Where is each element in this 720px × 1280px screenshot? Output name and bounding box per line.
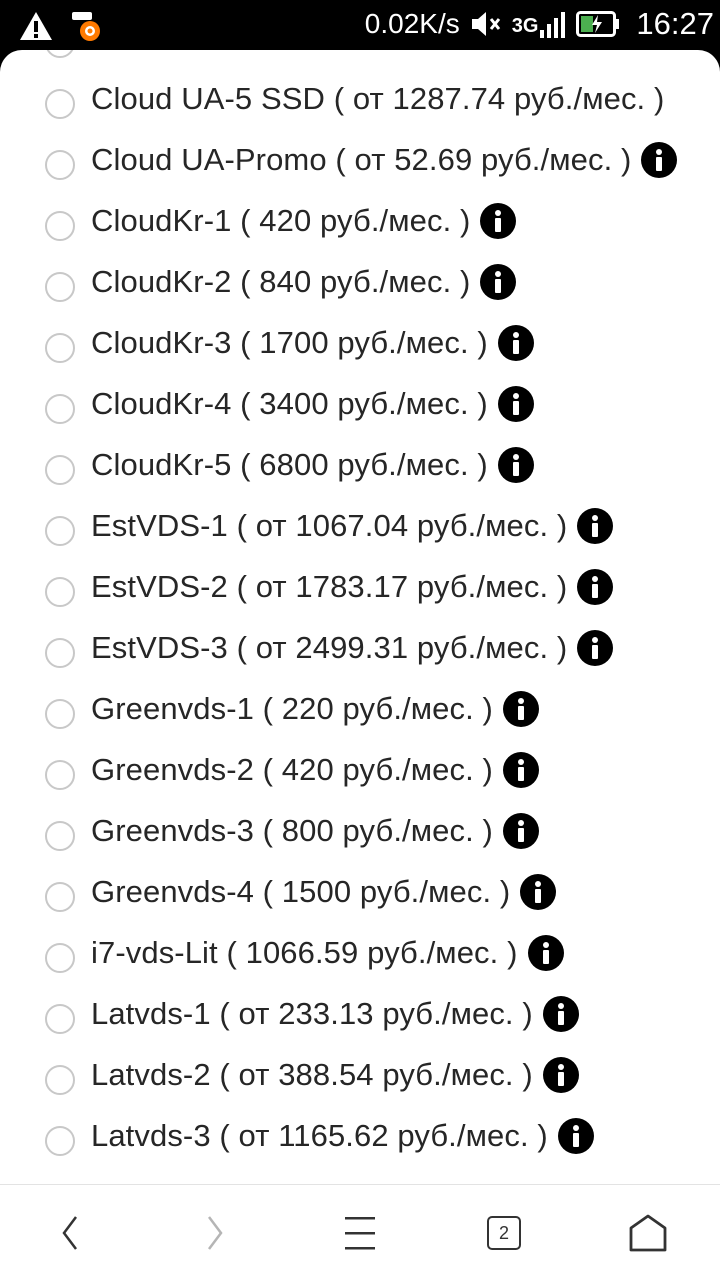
plan-label-text: CloudKr-5 ( 6800 руб./мес. ) [91, 447, 488, 482]
list-item[interactable]: Latvds-3 ( от 1165.62 руб./мес. ) [0, 1090, 720, 1156]
plan-label[interactable]: Latvds-2 ( от 388.54 руб./мес. ) [91, 1057, 579, 1093]
plan-label-text: Greenvds-4 ( 1500 руб./мес. ) [91, 874, 511, 909]
list-item[interactable]: Greenvds-3 ( 800 руб./мес. ) [0, 785, 720, 851]
list-item[interactable]: i7-vds-Lit ( 1066.59 руб./мес. ) [0, 907, 720, 973]
info-icon[interactable] [542, 1057, 579, 1093]
plan-label-text: CloudKr-1 ( 420 руб./мес. ) [91, 203, 471, 238]
list-item[interactable]: EstVDS-1 ( от 1067.04 руб./мес. ) [0, 480, 720, 546]
info-icon[interactable] [542, 996, 579, 1032]
plan-label-text: Greenvds-2 ( 420 руб./мес. ) [91, 752, 493, 787]
plan-label-text: Cloud UA-5 SSD ( от 1287.74 руб./мес. ) [91, 81, 665, 116]
info-icon[interactable] [497, 325, 534, 361]
info-icon[interactable] [497, 447, 534, 483]
plan-label[interactable]: CloudKr-5 ( 6800 руб./мес. ) [91, 447, 534, 483]
info-icon[interactable] [577, 508, 614, 544]
browser-bottom-nav: 2 [0, 1184, 720, 1280]
forward-button[interactable] [167, 1185, 263, 1280]
plan-label-text: CloudKr-4 ( 3400 руб./мес. ) [91, 386, 488, 421]
home-icon [629, 1214, 667, 1252]
plan-label-text: Greenvds-1 ( 220 руб./мес. ) [91, 691, 493, 726]
list-item[interactable]: CloudKr-2 ( 840 руб./мес. ) [0, 236, 720, 302]
list-item[interactable]: Greenvds-4 ( 1500 руб./мес. ) [0, 846, 720, 912]
plan-label[interactable]: Greenvds-1 ( 220 руб./мес. ) [91, 691, 539, 727]
home-button[interactable] [600, 1185, 696, 1280]
plan-label-text: Latvds-2 ( от 388.54 руб./мес. ) [91, 1057, 533, 1092]
hamburger-menu-icon [345, 1217, 375, 1250]
info-icon[interactable] [527, 935, 564, 971]
plan-label-text: EstVDS-1 ( от 1067.04 руб./мес. ) [91, 508, 568, 543]
plan-label-text: Latvds-1 ( от 233.13 руб./мес. ) [91, 996, 533, 1031]
plan-label[interactable]: Latvds-3 ( от 1165.62 руб./мес. ) [91, 1118, 594, 1154]
list-item[interactable]: CloudKr-3 ( 1700 руб./мес. ) [0, 297, 720, 363]
plan-list[interactable]: Cloud UA-5 SSD ( от 1287.74 руб./мес. ) C… [0, 50, 720, 1184]
info-icon[interactable] [577, 630, 614, 666]
status-right: 0.02K/s 3G 16:27 [365, 6, 714, 42]
back-button[interactable] [22, 1185, 118, 1280]
plan-label[interactable]: EstVDS-3 ( от 2499.31 руб./мес. ) [91, 630, 614, 666]
info-icon[interactable] [502, 752, 539, 788]
list-item[interactable]: Latvds-2 ( от 388.54 руб./мес. ) [0, 1029, 720, 1095]
plan-label[interactable]: Cloud UA-5 SSD ( от 1287.74 руб./мес. ) [91, 81, 664, 117]
info-icon[interactable] [497, 386, 534, 422]
list-item[interactable]: Greenvds-1 ( 220 руб./мес. ) [0, 663, 720, 729]
info-icon[interactable] [520, 874, 557, 910]
plan-label-text: CloudKr-3 ( 1700 руб./мес. ) [91, 325, 488, 360]
plan-label[interactable]: Greenvds-4 ( 1500 руб./мес. ) [91, 874, 557, 910]
chevron-left-icon [62, 1216, 77, 1250]
mute-icon [471, 12, 500, 36]
plan-label-text: i7-vds-Lit ( 1066.59 руб./мес. ) [91, 935, 518, 970]
info-icon[interactable] [557, 1118, 594, 1154]
plan-label-text: EstVDS-2 ( от 1783.17 руб./мес. ) [91, 569, 568, 604]
plan-label[interactable]: Greenvds-3 ( 800 руб./мес. ) [91, 813, 539, 849]
list-item[interactable]: EstVDS-2 ( от 1783.17 руб./мес. ) [0, 541, 720, 607]
warning-icon [20, 12, 52, 40]
list-item[interactable]: Cloud UA-Promo ( от 52.69 руб./мес. ) [0, 114, 720, 180]
list-item[interactable]: CloudKr-1 ( 420 руб./мес. ) [0, 175, 720, 241]
info-icon[interactable] [641, 142, 678, 178]
menu-button[interactable] [312, 1185, 408, 1280]
notification-app-icon [72, 12, 100, 41]
plan-label[interactable]: Cloud UA-Promo ( от 52.69 руб./мес. ) [91, 142, 678, 178]
battery-charging-icon [576, 11, 620, 37]
plan-label[interactable]: Latvds-1 ( от 233.13 руб./мес. ) [91, 996, 579, 1032]
plan-selection-sheet: Cloud UA-5 SSD ( от 1287.74 руб./мес. ) C… [0, 50, 720, 1280]
list-item[interactable]: Latvds-1 ( от 233.13 руб./мес. ) [0, 968, 720, 1034]
plan-label-text: Latvds-3 ( от 1165.62 руб./мес. ) [91, 1118, 548, 1153]
tabs-count-badge: 2 [487, 1216, 521, 1250]
clock: 16:27 [636, 6, 714, 41]
plan-label-text: CloudKr-2 ( 840 руб./мес. ) [91, 264, 471, 299]
list-item-clipped-bottom[interactable] [0, 1151, 720, 1184]
info-icon[interactable] [480, 264, 517, 300]
tabs-button[interactable]: 2 [456, 1185, 552, 1280]
plan-label[interactable]: CloudKr-2 ( 840 руб./мес. ) [91, 264, 517, 300]
plan-label[interactable]: CloudKr-3 ( 1700 руб./мес. ) [91, 325, 534, 361]
info-icon[interactable] [502, 691, 539, 727]
list-item[interactable]: CloudKr-5 ( 6800 руб./мес. ) [0, 419, 720, 485]
plan-label[interactable]: CloudKr-1 ( 420 руб./мес. ) [91, 203, 517, 239]
plan-label[interactable]: Greenvds-2 ( 420 руб./мес. ) [91, 752, 539, 788]
list-item[interactable]: Cloud UA-5 SSD ( от 1287.74 руб./мес. ) [0, 53, 720, 119]
network-type: 3G [512, 10, 567, 38]
status-left-icons [18, 9, 104, 43]
info-icon[interactable] [502, 813, 539, 849]
list-item[interactable]: Greenvds-2 ( 420 руб./мес. ) [0, 724, 720, 790]
plan-label[interactable]: EstVDS-2 ( от 1783.17 руб./мес. ) [91, 569, 614, 605]
plan-label-text: EstVDS-3 ( от 2499.31 руб./мес. ) [91, 630, 568, 665]
signal-icon [540, 12, 566, 38]
net-speed: 0.02K/s [364, 8, 460, 39]
plan-label[interactable]: EstVDS-1 ( от 1067.04 руб./мес. ) [91, 508, 614, 544]
status-bar: 0.02K/s 3G 16:27 [0, 0, 720, 50]
plan-label[interactable]: CloudKr-4 ( 3400 руб./мес. ) [91, 386, 534, 422]
list-item[interactable]: EstVDS-3 ( от 2499.31 руб./мес. ) [0, 602, 720, 668]
plan-label-text: Greenvds-3 ( 800 руб./мес. ) [91, 813, 493, 848]
plan-label-text: Cloud UA-Promo ( от 52.69 руб./мес. ) [91, 142, 632, 177]
chevron-right-icon [208, 1216, 223, 1250]
info-icon[interactable] [577, 569, 614, 605]
list-item[interactable]: CloudKr-4 ( 3400 руб./мес. ) [0, 358, 720, 424]
info-icon[interactable] [480, 203, 517, 239]
plan-label[interactable]: i7-vds-Lit ( 1066.59 руб./мес. ) [91, 935, 564, 971]
